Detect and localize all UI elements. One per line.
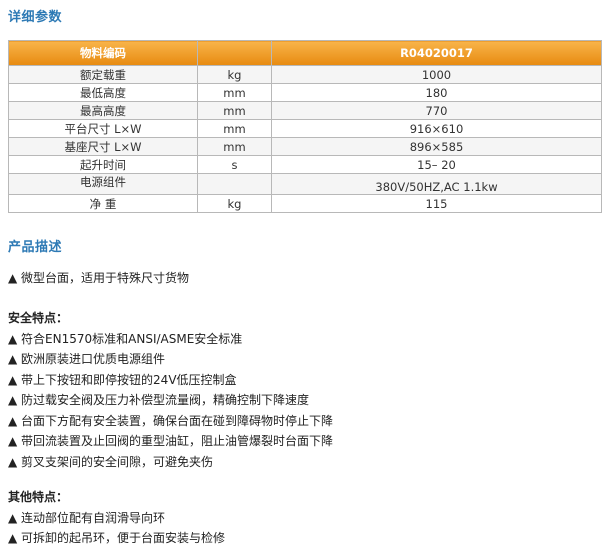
other-heading: 其他特点： (8, 490, 69, 504)
row-value: 1000 (271, 65, 602, 84)
header-cell-value: R04020017 (271, 40, 602, 66)
row-value: 380V/50HZ,AC 1.1kw (271, 173, 602, 195)
table-row: 电源组件 380V/50HZ,AC 1.1kw (8, 173, 602, 195)
description-intro-block: ▲ 微型台面，适用于特殊尺寸货物 (8, 268, 189, 289)
table-row: 平台尺寸 L×W mm 916×610 (8, 119, 602, 138)
list-item: ▲ 可拆卸的起吊环，便于台面安装与检修 (8, 531, 226, 545)
list-item: ▲ 带上下按钮和即停按钮的24V低压控制盒 (8, 372, 237, 387)
row-unit: mm (197, 101, 272, 120)
row-label: 最高高度 (8, 101, 198, 120)
table-row: 额定载重 kg 1000 (8, 65, 602, 84)
list-item: ▲ 防过载安全阀及压力补偿型流量阀，精确控制下降速度 (8, 393, 310, 407)
row-label: 净 重 (8, 194, 198, 213)
list-item: ▲ 剪叉支架间的安全间隙，可避免夹伤 (8, 454, 214, 469)
row-value: 916×610 (271, 119, 602, 138)
other-features-block: 其他特点： ▲ 连动部位配有自润滑导向环 ▲ 可拆卸的起吊环，便于台面安装与检修 (8, 487, 225, 549)
row-value: 115 (271, 194, 602, 213)
spec-table: 物料编码 R04020017 额定载重 kg 1000 最低高度 mm 180 … (8, 40, 602, 213)
row-label: 电源组件 (8, 173, 198, 195)
row-label: 额定载重 (8, 65, 198, 84)
header-cell-name: 物料编码 (8, 40, 198, 66)
safety-heading: 安全特点： (8, 311, 69, 325)
row-label: 平台尺寸 L×W (8, 119, 198, 138)
section-title-description: 产品描述 (8, 240, 63, 255)
list-item: ▲ 符合EN1570标准和ANSI/ASME安全标准 (8, 331, 243, 346)
table-row: 最高高度 mm 770 (8, 101, 602, 120)
safety-features-block: 安全特点： ▲ 符合EN1570标准和ANSI/ASME安全标准 ▲ 欧洲原装进… (8, 308, 333, 472)
list-item: ▲ 台面下方配有安全装置，确保台面在碰到障碍物时停止下降 (8, 413, 334, 428)
table-row: 最低高度 mm 180 (8, 83, 602, 102)
row-value: 15– 20 (271, 155, 602, 174)
row-unit: mm (197, 119, 272, 138)
table-row: 净 重 kg 115 (8, 194, 602, 213)
row-unit (197, 173, 272, 195)
row-label: 最低高度 (8, 83, 198, 102)
row-value: 180 (271, 83, 602, 102)
table-row: 基座尺寸 L×W mm 896×585 (8, 137, 602, 156)
row-value: 770 (271, 101, 602, 120)
row-unit: s (197, 155, 272, 174)
row-label: 基座尺寸 L×W (8, 137, 198, 156)
row-unit: kg (197, 65, 272, 84)
row-unit: mm (197, 137, 272, 156)
row-label: 起升时间 (8, 155, 198, 174)
list-item: ▲ 连动部位配有自润滑导向环 (8, 510, 166, 525)
intro-line: ▲ 微型台面，适用于特殊尺寸货物 (8, 271, 190, 285)
section-title-params: 详细参数 (8, 10, 63, 25)
row-unit: mm (197, 83, 272, 102)
table-header-row: 物料编码 R04020017 (8, 40, 602, 66)
header-cell-unit (197, 40, 272, 66)
table-row: 起升时间 s 15– 20 (8, 155, 602, 174)
row-value: 896×585 (271, 137, 602, 156)
list-item: ▲ 欧洲原装进口优质电源组件 (8, 352, 166, 366)
list-item: ▲ 带回流装置及止回阀的重型油缸，阻止油管爆裂时台面下降 (8, 434, 334, 448)
row-unit: kg (197, 194, 272, 213)
